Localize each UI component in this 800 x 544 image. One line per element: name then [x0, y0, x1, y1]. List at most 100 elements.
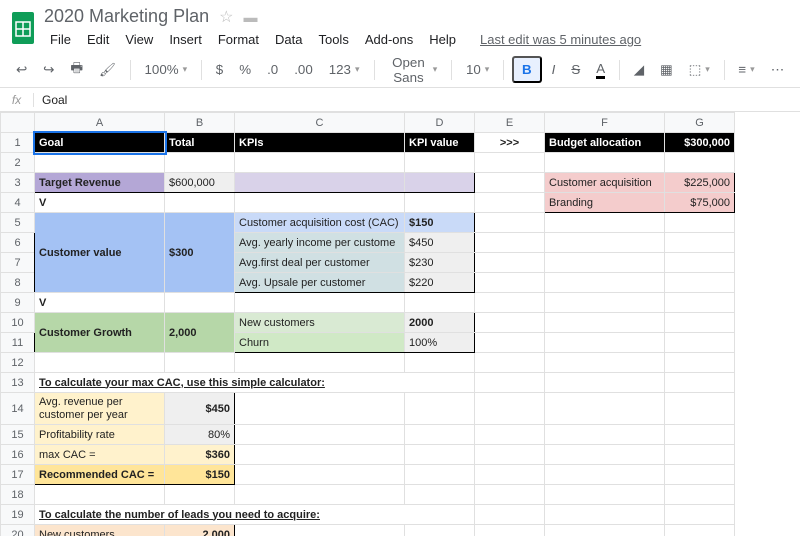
row-header[interactable]: 19 — [1, 505, 35, 525]
menu-tools[interactable]: Tools — [312, 29, 354, 50]
cell[interactable] — [475, 253, 545, 273]
menu-help[interactable]: Help — [423, 29, 462, 50]
cell[interactable]: Avg.first deal per customer — [235, 253, 405, 273]
cell[interactable] — [545, 445, 665, 465]
cell[interactable] — [665, 213, 735, 233]
cell[interactable]: Customer acquisition — [545, 173, 665, 193]
cell[interactable]: max CAC = — [35, 445, 165, 465]
cell[interactable] — [475, 373, 545, 393]
star-icon[interactable]: ☆ — [219, 7, 233, 27]
cell[interactable] — [545, 393, 665, 425]
col-header-D[interactable]: D — [405, 113, 475, 133]
font-select[interactable]: Open Sans — [382, 51, 443, 89]
undo-button[interactable]: ↩ — [10, 58, 33, 82]
cell[interactable] — [545, 425, 665, 445]
document-title[interactable]: 2020 Marketing Plan — [44, 6, 209, 27]
cell[interactable] — [665, 253, 735, 273]
fill-color-button[interactable]: ◢ — [628, 58, 650, 82]
cell[interactable] — [405, 445, 475, 465]
row-header[interactable]: 16 — [1, 445, 35, 465]
cell[interactable] — [475, 485, 545, 505]
menu-data[interactable]: Data — [269, 29, 308, 50]
cell[interactable]: 2,000 — [165, 525, 235, 537]
cell[interactable] — [545, 333, 665, 353]
halign-button[interactable]: ≡ — [732, 58, 760, 81]
cell[interactable] — [475, 445, 545, 465]
cell[interactable] — [545, 313, 665, 333]
cell[interactable] — [475, 333, 545, 353]
cell[interactable]: Budget allocation — [545, 133, 665, 153]
cell[interactable] — [545, 465, 665, 485]
cell[interactable]: Avg. yearly income per custome — [235, 233, 405, 253]
cell[interactable]: V — [35, 193, 165, 213]
row-header[interactable]: 6 — [1, 233, 35, 253]
row-header[interactable]: 9 — [1, 293, 35, 313]
cell[interactable] — [35, 353, 165, 373]
cell[interactable] — [165, 353, 235, 373]
cell[interactable] — [235, 173, 405, 193]
cell[interactable]: Customer acquisition cost (CAC) — [235, 213, 405, 233]
cell[interactable]: Churn — [235, 333, 405, 353]
cell[interactable]: $220 — [405, 273, 475, 293]
menu-insert[interactable]: Insert — [163, 29, 208, 50]
decrease-decimal-button[interactable]: .0 — [261, 58, 284, 81]
cell[interactable] — [235, 465, 405, 485]
menu-edit[interactable]: Edit — [81, 29, 115, 50]
cell[interactable] — [665, 525, 735, 537]
cell[interactable] — [475, 193, 545, 213]
cell[interactable] — [665, 393, 735, 425]
cell[interactable] — [165, 153, 235, 173]
cell[interactable]: KPIs — [235, 133, 405, 153]
cell[interactable] — [405, 485, 475, 505]
cell[interactable] — [475, 293, 545, 313]
col-header-A[interactable]: A — [35, 113, 165, 133]
col-header-F[interactable]: F — [545, 113, 665, 133]
row-header[interactable]: 4 — [1, 193, 35, 213]
cell[interactable] — [235, 445, 405, 465]
merge-button[interactable]: ⬚ — [683, 58, 716, 82]
cell[interactable]: Goal — [35, 133, 165, 153]
cell[interactable]: Customer value — [35, 213, 165, 293]
borders-button[interactable]: ▦ — [654, 58, 679, 82]
cell[interactable] — [165, 485, 235, 505]
cell[interactable] — [35, 153, 165, 173]
menu-format[interactable]: Format — [212, 29, 265, 50]
cell[interactable] — [405, 173, 475, 193]
cell[interactable] — [665, 425, 735, 445]
menu-file[interactable]: File — [44, 29, 77, 50]
cell[interactable]: Avg. revenue per customer per year — [35, 393, 165, 425]
cell[interactable]: 2,000 — [165, 313, 235, 353]
cell[interactable]: Total — [165, 133, 235, 153]
cell[interactable] — [545, 293, 665, 313]
cell[interactable] — [545, 213, 665, 233]
last-edit-link[interactable]: Last edit was 5 minutes ago — [474, 29, 647, 50]
redo-button[interactable]: ↪ — [37, 58, 60, 82]
spreadsheet-grid[interactable]: A B C D E F G 1 Goal Total KPIs KPI valu… — [0, 112, 800, 536]
cell[interactable] — [405, 353, 475, 373]
cell[interactable] — [475, 173, 545, 193]
cell[interactable] — [475, 465, 545, 485]
cell[interactable] — [475, 233, 545, 253]
cell[interactable]: Target Revenue — [35, 173, 165, 193]
cell[interactable] — [475, 525, 545, 537]
col-header-E[interactable]: E — [475, 113, 545, 133]
cell[interactable]: Customer Growth — [35, 313, 165, 353]
cell[interactable]: $360 — [165, 445, 235, 465]
row-header[interactable]: 7 — [1, 253, 35, 273]
cell[interactable] — [545, 525, 665, 537]
percent-button[interactable]: % — [233, 58, 257, 81]
cell[interactable] — [545, 485, 665, 505]
row-header[interactable]: 13 — [1, 373, 35, 393]
cell[interactable] — [405, 393, 475, 425]
cell[interactable] — [665, 445, 735, 465]
cell[interactable] — [165, 193, 235, 213]
cell[interactable]: $450 — [405, 233, 475, 253]
cell[interactable]: KPI value — [405, 133, 475, 153]
cell[interactable] — [545, 353, 665, 373]
cell[interactable]: V — [35, 293, 165, 313]
cell[interactable] — [475, 213, 545, 233]
col-header-C[interactable]: C — [235, 113, 405, 133]
row-header[interactable]: 20 — [1, 525, 35, 537]
row-header[interactable]: 12 — [1, 353, 35, 373]
cell[interactable] — [665, 293, 735, 313]
